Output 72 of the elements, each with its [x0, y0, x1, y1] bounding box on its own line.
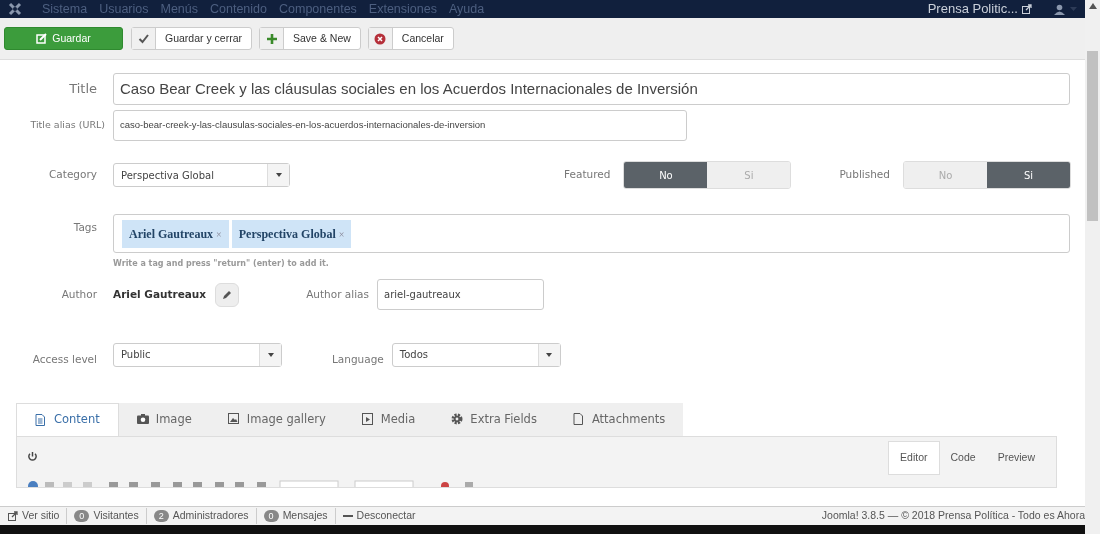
status-item[interactable]: 0 Visitantes	[67, 508, 147, 524]
tab[interactable]: Extra Fields	[433, 402, 555, 436]
toolbar-button[interactable]: Guardar y cerrar	[131, 27, 253, 50]
scroll-up-icon[interactable]	[1088, 3, 1097, 9]
status-item[interactable]: 0 Mensajes	[256, 508, 336, 524]
field-label: Access level	[31, 352, 97, 367]
status-label: Desconectar	[356, 508, 416, 524]
user-icon[interactable]	[1054, 3, 1065, 15]
tag-chip[interactable]: Ariel Gautreaux ×	[122, 219, 229, 248]
select-field[interactable]: Perspectiva Global	[113, 163, 290, 187]
status-label: Administradores	[172, 508, 249, 524]
plus-icon	[265, 32, 278, 45]
select-field[interactable]: Public	[113, 342, 282, 367]
toolbar-button[interactable]: Cancelar	[367, 27, 454, 50]
media-icon	[361, 413, 374, 426]
gear-icon	[451, 413, 464, 426]
tab[interactable]: Image gallery	[209, 402, 344, 436]
check-icon	[137, 32, 150, 45]
caret-icon	[275, 173, 282, 177]
field-label: Language	[332, 352, 384, 367]
power-icon[interactable]	[27, 451, 38, 463]
status-label: Visitantes	[93, 508, 139, 524]
external-link-icon	[8, 511, 18, 521]
camera-icon	[136, 413, 149, 426]
help-text: Write a tag and press "return" (enter) to add it.	[113, 258, 330, 270]
mode-tab[interactable]: Preview	[986, 440, 1046, 475]
file-icon	[572, 413, 585, 426]
count-badge: 0	[74, 510, 90, 522]
count-badge: 0	[263, 510, 279, 522]
mode-tab[interactable]: Editor	[888, 440, 940, 475]
cancel-icon	[374, 32, 387, 45]
tags-field[interactable]: Ariel Gautreaux × Perspectiva Global ×	[113, 214, 1070, 253]
caret-icon	[267, 352, 274, 357]
field-label: Title	[68, 80, 97, 99]
toggle-option[interactable]: No	[624, 162, 708, 188]
count-badge: 2	[153, 510, 169, 522]
footer-text: Joomla! 3.8.5 — © 2018 Prensa Política - Todo es Ahora	[821, 508, 1085, 524]
field-label: Category	[48, 167, 97, 183]
tab[interactable]: Attachments	[554, 402, 684, 436]
status-label: Ver sitio	[22, 508, 60, 524]
external-link-icon	[1022, 4, 1032, 14]
edit-icon	[36, 33, 48, 44]
status-item[interactable]: Desconectar	[335, 508, 423, 524]
tag-chip[interactable]: Perspectiva Global ×	[231, 219, 352, 248]
status-label: Mensajes	[282, 508, 328, 524]
site-link[interactable]: Prensa Politic...	[927, 0, 1018, 19]
field-label: Title alias (URL)	[29, 118, 105, 133]
input-field[interactable]: ariel-gautreaux	[377, 279, 544, 310]
mode-tab[interactable]: Code	[939, 440, 987, 475]
status-item[interactable]: Ver sitio	[8, 508, 68, 524]
image-icon	[227, 413, 240, 426]
status-item[interactable]: 2 Administradores	[146, 508, 257, 524]
author-name: Ariel Gautreaux	[113, 286, 207, 302]
input-field[interactable]: caso-bear-creek-y-las-clausulas-sociales-en-los-acuerdos-internacionales-de-inversion	[113, 110, 687, 141]
field-label: Published	[839, 167, 890, 183]
input-field[interactable]: Caso Bear Creek y las cláusulas sociales en los Acuerdos Internacionales de Inversión	[113, 73, 1070, 105]
scrollbar-thumb[interactable]	[1087, 51, 1098, 221]
tab[interactable]: Image	[118, 402, 210, 436]
document-icon	[35, 413, 47, 426]
tab[interactable]: Media	[343, 402, 434, 436]
edit-button[interactable]	[215, 282, 240, 307]
field-label: Author alias	[306, 286, 369, 302]
field-label: Tags	[72, 220, 97, 235]
minus-icon	[342, 514, 353, 518]
toggle-option[interactable]: Si	[987, 162, 1070, 188]
field-label: Author	[60, 286, 97, 302]
select-field[interactable]: Todos	[391, 342, 561, 367]
toolbar-button[interactable]: Save & New	[259, 27, 361, 50]
tab[interactable]: Content	[16, 402, 119, 436]
caret-icon	[546, 352, 553, 357]
field-label: Featured	[564, 167, 611, 183]
pencil-icon	[222, 289, 233, 300]
